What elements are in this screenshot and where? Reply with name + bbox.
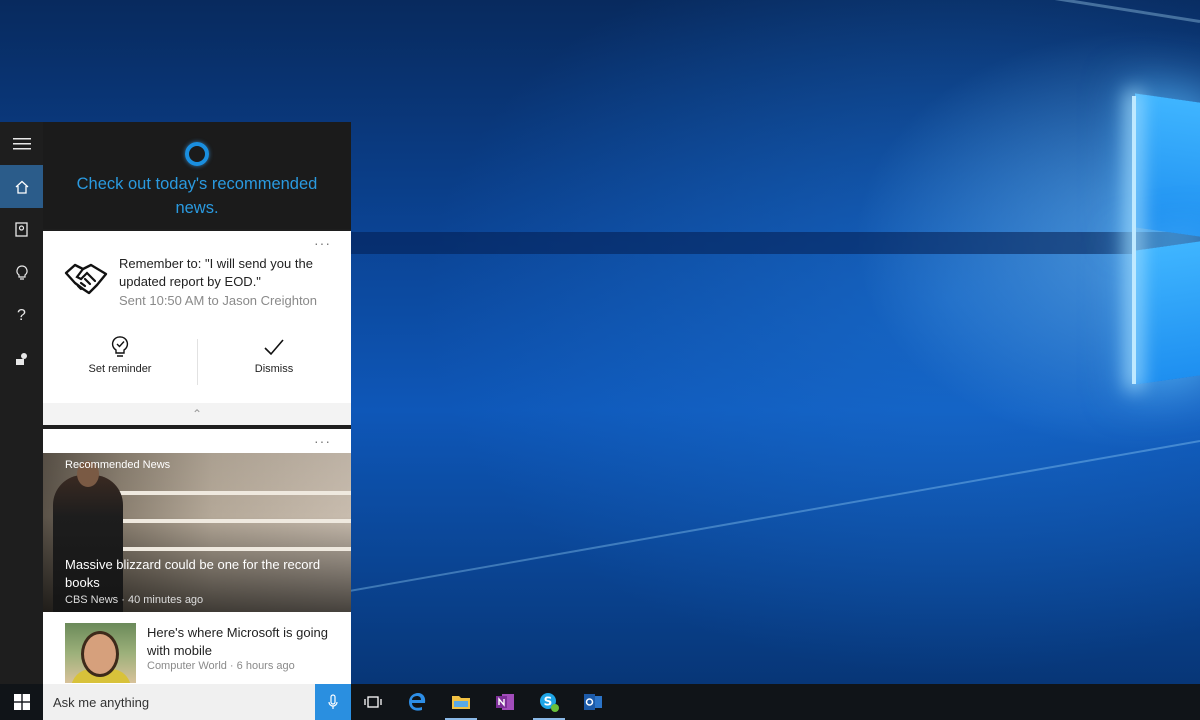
news-item-title: Here's where Microsoft is going with mob… [147, 625, 328, 658]
news-hero[interactable]: Recommended News Massive blizzard could … [43, 453, 351, 612]
notebook-button[interactable] [0, 208, 43, 251]
microphone-button[interactable] [315, 684, 351, 720]
start-button[interactable] [0, 684, 43, 720]
edge-button[interactable] [395, 684, 439, 720]
lightbulb-icon [15, 264, 28, 280]
handshake-icon [64, 263, 108, 295]
news-list-item[interactable]: Here's where Microsoft is going with mob… [43, 612, 351, 684]
news-card: ··· Recommended News Massive blizzard co… [43, 429, 351, 684]
chevron-up-icon: ⌃ [191, 407, 203, 421]
help-button[interactable]: ? [0, 294, 43, 337]
reminder-sent-info: Sent 10:50 AM to Jason Creighton [119, 293, 318, 308]
feedback-icon [15, 352, 27, 365]
windows-logo-icon [13, 694, 30, 710]
news-category-label: Recommended News [65, 459, 171, 471]
news-hero-title: Massive blizzard could be one for the re… [65, 557, 321, 590]
window-logo-pane [1135, 241, 1200, 385]
microphone-icon [328, 694, 338, 709]
file-explorer-icon [452, 696, 470, 709]
more-options-button[interactable]: ··· [314, 433, 331, 449]
file-explorer-button[interactable] [439, 684, 483, 720]
light-beam [313, 440, 1200, 599]
hamburger-menu-icon [12, 137, 31, 149]
light-beam [310, 0, 1200, 23]
edge-icon [409, 693, 426, 711]
set-reminder-button[interactable]: Set reminder [43, 335, 197, 387]
shelf-graphic [103, 491, 351, 495]
svg-text:S: S [544, 695, 553, 709]
task-view-icon [364, 696, 382, 708]
shelf-graphic [103, 519, 351, 523]
light-beam [340, 232, 1200, 254]
onenote-button[interactable] [483, 684, 527, 720]
help-icon: ? [17, 306, 26, 324]
skype-icon: S [540, 693, 559, 712]
interests-button[interactable] [0, 251, 43, 294]
reminder-actions: Set reminder Dismiss [43, 335, 351, 387]
outlook-button[interactable] [571, 684, 615, 720]
dismiss-button[interactable]: Dismiss [197, 335, 351, 387]
skype-button[interactable]: S [527, 684, 571, 720]
thumbnail-face [81, 631, 119, 677]
reminder-card: ··· Remember to: "I will send you the up… [43, 231, 351, 425]
feedback-button[interactable] [0, 337, 43, 380]
cortana-content: Check out today's recommended news. ··· … [43, 122, 351, 684]
dismiss-label: Dismiss [254, 363, 294, 375]
notebook-icon [15, 222, 28, 237]
window-logo-pane [1135, 93, 1200, 237]
outlook-icon [584, 694, 602, 710]
taskbar: Ask me anything S [0, 684, 1200, 720]
home-icon [15, 180, 28, 194]
news-hero-meta: CBS News · 40 minutes ago [65, 594, 204, 606]
news-thumbnail [65, 623, 136, 683]
shelf-graphic [103, 547, 351, 551]
collapse-button[interactable]: ⌃ [43, 403, 351, 425]
cortana-greeting: Check out today's recommended news. [76, 175, 318, 217]
cortana-header: Check out today's recommended news. [43, 122, 351, 229]
home-button[interactable] [0, 165, 43, 208]
hamburger-menu-button[interactable] [0, 122, 43, 165]
search-input[interactable]: Ask me anything [43, 684, 315, 720]
cortana-nav-rail: ? [0, 122, 43, 684]
more-options-button[interactable]: ··· [314, 235, 331, 251]
onenote-icon [496, 694, 514, 710]
cortana-panel: ? Check out today's recommended news. ··… [0, 122, 351, 684]
reminder-text: Remember to: "I will send you the update… [119, 256, 313, 289]
news-item-meta: Computer World · 6 hours ago [147, 660, 295, 672]
window-logo-edge [1132, 96, 1136, 384]
checkmark-icon [264, 339, 284, 356]
set-reminder-label: Set reminder [88, 363, 152, 375]
lightbulb-check-icon [111, 336, 129, 357]
cortana-logo-icon [185, 142, 209, 166]
task-view-button[interactable] [351, 684, 395, 720]
